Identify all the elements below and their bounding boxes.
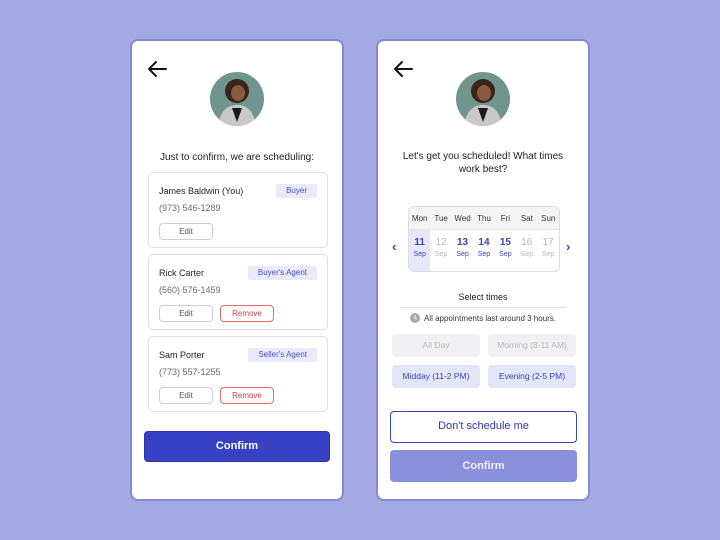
edit-button[interactable]: Edit (159, 387, 213, 404)
weekday-label: Tue (434, 214, 448, 223)
calendar-day[interactable]: 15 Sep (495, 230, 516, 271)
day-month: Sep (542, 251, 555, 258)
arrow-left-icon[interactable] (392, 59, 414, 79)
avatar (456, 72, 510, 126)
participant-card: Rick Carter (560) 576-1459 Buyer's Agent… (148, 254, 328, 330)
weekday-label: Mon (411, 214, 428, 223)
day-number: 16 (521, 237, 533, 248)
role-badge: Buyer (276, 184, 317, 198)
calendar-day[interactable]: 11 Sep (409, 230, 431, 271)
participant-phone: (560) 576-1459 (159, 285, 221, 295)
day-month: Sep (499, 251, 512, 258)
calendar-day[interactable]: 17 Sep (538, 230, 559, 271)
calendar-day[interactable]: 16 Sep (516, 230, 537, 271)
chevron-left-icon[interactable]: ‹ (392, 239, 396, 254)
participant-phone: (773) 557-1255 (159, 367, 221, 377)
time-slot-midday[interactable]: Midday (11-2 PM) (392, 365, 480, 388)
duration-text: All appointments last around 3 hours. (423, 313, 557, 323)
role-badge: Buyer's Agent (247, 266, 317, 280)
remove-button[interactable]: Remove (220, 305, 274, 322)
day-number: 13 (456, 237, 469, 248)
confirm-heading: Just to confirm, we are scheduling: (160, 152, 314, 163)
confirm-button[interactable]: Confirm (390, 450, 577, 482)
schedule-screen: Let's get you scheduled! What times work… (376, 39, 590, 501)
participant-card: Sam Porter (773) 557-1255 Seller's Agent… (148, 336, 328, 412)
participant-name: Rick Carter (159, 268, 205, 278)
role-badge: Seller's Agent (248, 348, 317, 362)
confirm-screen: Just to confirm, we are scheduling: Jame… (130, 39, 344, 501)
participant-name: James Baldwin (You) (159, 186, 244, 196)
day-month: Sep (520, 251, 534, 258)
dont-schedule-button[interactable]: Don't schedule me (390, 411, 577, 443)
arrow-left-icon[interactable] (146, 59, 168, 79)
date-picker: Mon Tue Wed Thu Fri Sat Sun 11 Sep 12 Sep 13… (408, 206, 560, 272)
edit-button[interactable]: Edit (159, 223, 213, 240)
weekday-label: Thu (477, 214, 491, 223)
time-slot-morning[interactable]: Morning (8-11 AM) (488, 334, 576, 357)
calendar-day[interactable]: 12 Sep (430, 230, 451, 271)
participant-card: James Baldwin (You) (973) 546-1289 Buyer… (148, 172, 328, 248)
day-month: Sep (434, 251, 448, 258)
select-times-label: Select times (400, 292, 566, 308)
day-month: Sep (456, 251, 469, 258)
participant-name: Sam Porter (159, 350, 205, 360)
day-month: Sep (413, 251, 426, 258)
time-slot-all-day[interactable]: All Day (392, 334, 480, 357)
weekday-label: Sun (541, 214, 556, 223)
weekday-label: Sat (520, 214, 533, 223)
chevron-right-icon[interactable]: › (566, 239, 570, 254)
day-number: 17 (542, 237, 554, 248)
day-number: 14 (478, 237, 490, 248)
day-number: 11 (414, 237, 425, 248)
clock-icon (409, 313, 420, 323)
weekday-label: Wed (454, 214, 471, 223)
participant-phone: (973) 546-1289 (159, 203, 221, 213)
avatar (210, 72, 264, 126)
calendar-day[interactable]: 14 Sep (473, 230, 494, 271)
edit-button[interactable]: Edit (159, 305, 213, 322)
confirm-button[interactable]: Confirm (144, 431, 330, 462)
day-row: 11 Sep 12 Sep 13 Sep 14 Sep 15 Sep 16 Sep 17 Sep (409, 230, 559, 271)
day-month: Sep (477, 251, 491, 258)
calendar-day[interactable]: 13 Sep (452, 230, 473, 271)
time-slot-evening[interactable]: Evening (2-5 PM) (488, 365, 576, 388)
day-number: 15 (499, 237, 511, 248)
schedule-heading: Let's get you scheduled! What times work… (402, 151, 564, 175)
remove-button[interactable]: Remove (220, 387, 274, 404)
day-number: 12 (435, 237, 447, 248)
weekday-label: Fri (500, 214, 511, 223)
weekday-header: Mon Tue Wed Thu Fri Sat Sun (409, 207, 559, 230)
duration-note: All appointments last around 3 hours. (378, 313, 588, 323)
